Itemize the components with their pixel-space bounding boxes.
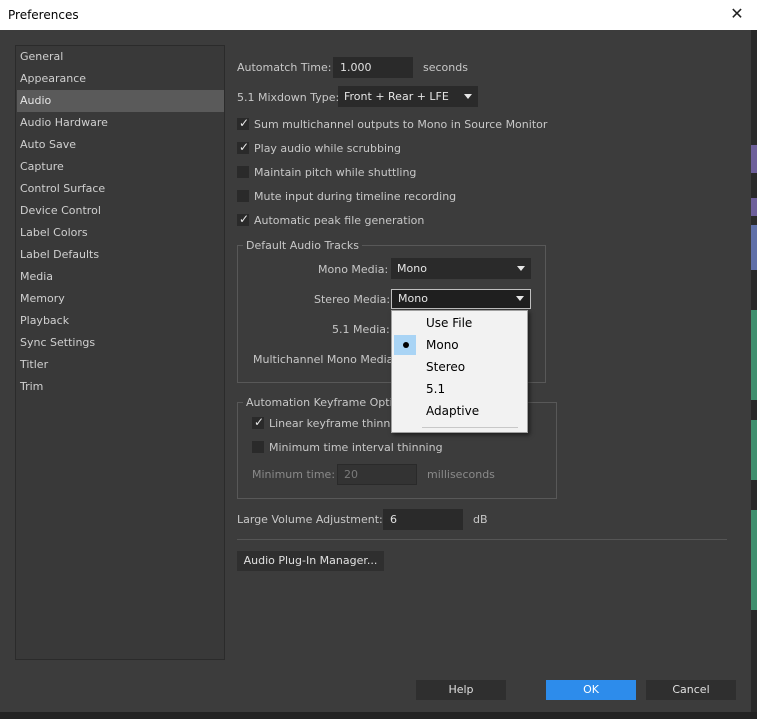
maintain-pitch-checkbox[interactable]: [237, 166, 249, 178]
linear-keyframe-label: Linear keyframe thinning: [269, 417, 408, 430]
mute-input-checkbox[interactable]: [237, 190, 249, 202]
min-time-label: Minimum time:: [252, 468, 336, 481]
sidebar-item-trim[interactable]: Trim: [17, 376, 224, 398]
menu-item-label: Use File: [426, 316, 473, 330]
sidebar-item-capture[interactable]: Capture: [17, 156, 224, 178]
divider: [237, 539, 727, 540]
chevron-down-icon: [516, 296, 524, 301]
min-time-input[interactable]: 20: [337, 464, 417, 485]
menu-item-use-file[interactable]: Use File: [392, 312, 527, 334]
automation-keyframe-legend: Automation Keyframe Optim: [243, 396, 407, 409]
checkmark-icon: ✓: [254, 415, 265, 429]
automatch-unit: seconds: [423, 61, 468, 74]
mixdown-value: Front + Rear + LFE: [344, 90, 449, 103]
min-interval-label: Minimum time interval thinning: [269, 441, 443, 454]
stereo-media-menu: Use File Mono Stereo 5.1 Adaptive: [391, 310, 528, 433]
mono-media-value: Mono: [397, 262, 427, 275]
stereo-media-value: Mono: [398, 292, 428, 305]
min-time-unit: milliseconds: [427, 468, 495, 481]
sidebar-item-memory[interactable]: Memory: [17, 288, 224, 310]
sidebar-item-label-colors[interactable]: Label Colors: [17, 222, 224, 244]
radio-bullet-icon: [403, 342, 409, 348]
maintain-pitch-label: Maintain pitch while shuttling: [254, 166, 417, 179]
menu-item-stereo[interactable]: Stereo: [392, 356, 527, 378]
ok-button[interactable]: OK: [546, 680, 636, 700]
background-app-edge: [751, 30, 757, 719]
sidebar-item-titler[interactable]: Titler: [17, 354, 224, 376]
category-sidebar[interactable]: General Appearance Audio Audio Hardware …: [15, 45, 225, 660]
sidebar-item-auto-save[interactable]: Auto Save: [17, 134, 224, 156]
play-audio-scrubbing-checkbox[interactable]: ✓: [237, 140, 250, 154]
peak-file-checkbox[interactable]: ✓: [237, 212, 250, 226]
sidebar-item-playback[interactable]: Playback: [17, 310, 224, 332]
help-button[interactable]: Help: [416, 680, 506, 700]
min-interval-checkbox[interactable]: [252, 441, 264, 453]
chevron-down-icon: [517, 266, 525, 271]
menu-item-5-1[interactable]: 5.1: [392, 378, 527, 400]
sum-multichannel-label: Sum multichannel outputs to Mono in Sour…: [254, 118, 548, 131]
linear-keyframe-checkbox[interactable]: ✓: [252, 415, 265, 429]
mono-media-label: Mono Media:: [318, 263, 389, 276]
menu-item-adaptive[interactable]: Adaptive: [392, 400, 527, 422]
peak-file-label: Automatic peak file generation: [254, 214, 425, 227]
play-audio-scrubbing-label: Play audio while scrubbing: [254, 142, 402, 155]
sidebar-item-audio-hardware[interactable]: Audio Hardware: [17, 112, 224, 134]
automatch-input[interactable]: 1.000: [333, 57, 413, 78]
checkmark-icon: ✓: [239, 140, 250, 154]
sidebar-item-device-control[interactable]: Device Control: [17, 200, 224, 222]
checkmark-icon: ✓: [239, 116, 250, 130]
cancel-button[interactable]: Cancel: [646, 680, 736, 700]
mute-input-label: Mute input during timeline recording: [254, 190, 457, 203]
sidebar-item-appearance[interactable]: Appearance: [17, 68, 224, 90]
large-volume-label: Large Volume Adjustment:: [237, 513, 383, 526]
audio-plugin-manager-button[interactable]: Audio Plug-In Manager...: [237, 551, 384, 571]
sum-multichannel-checkbox[interactable]: ✓: [237, 116, 250, 130]
mono-media-dropdown[interactable]: Mono: [391, 258, 531, 279]
large-volume-unit: dB: [473, 513, 488, 526]
sidebar-item-sync-settings[interactable]: Sync Settings: [17, 332, 224, 354]
stereo-media-dropdown[interactable]: Mono: [391, 289, 531, 309]
stereo-media-label: Stereo Media:: [314, 293, 391, 306]
menu-separator: [422, 427, 518, 428]
selected-highlight: [394, 335, 416, 355]
surround-media-label: 5.1 Media:: [332, 323, 390, 336]
sidebar-item-control-surface[interactable]: Control Surface: [17, 178, 224, 200]
sidebar-item-audio[interactable]: Audio: [17, 90, 224, 112]
sidebar-item-general[interactable]: General: [17, 46, 224, 68]
sidebar-item-label-defaults[interactable]: Label Defaults: [17, 244, 224, 266]
background-app-strip: [0, 712, 757, 719]
sidebar-item-media[interactable]: Media: [17, 266, 224, 288]
menu-item-label: Stereo: [426, 360, 466, 374]
mixdown-label: 5.1 Mixdown Type:: [237, 91, 340, 104]
chevron-down-icon: [464, 94, 472, 99]
menu-item-label: 5.1: [426, 382, 446, 396]
mixdown-dropdown[interactable]: Front + Rear + LFE: [338, 86, 478, 107]
menu-item-mono[interactable]: Mono: [392, 334, 527, 356]
menu-item-label: Adaptive: [426, 404, 480, 418]
automatch-label: Automatch Time:: [237, 61, 332, 74]
multichannel-mono-label: Multichannel Mono Media:: [253, 353, 398, 366]
close-icon[interactable]: ✕: [728, 5, 746, 23]
title-bar: Preferences ✕: [0, 0, 757, 30]
large-volume-input[interactable]: 6: [383, 509, 463, 530]
checkmark-icon: ✓: [239, 212, 250, 226]
menu-item-label: Mono: [426, 338, 459, 352]
default-audio-tracks-legend: Default Audio Tracks: [243, 239, 362, 252]
window-title: Preferences: [8, 8, 79, 22]
